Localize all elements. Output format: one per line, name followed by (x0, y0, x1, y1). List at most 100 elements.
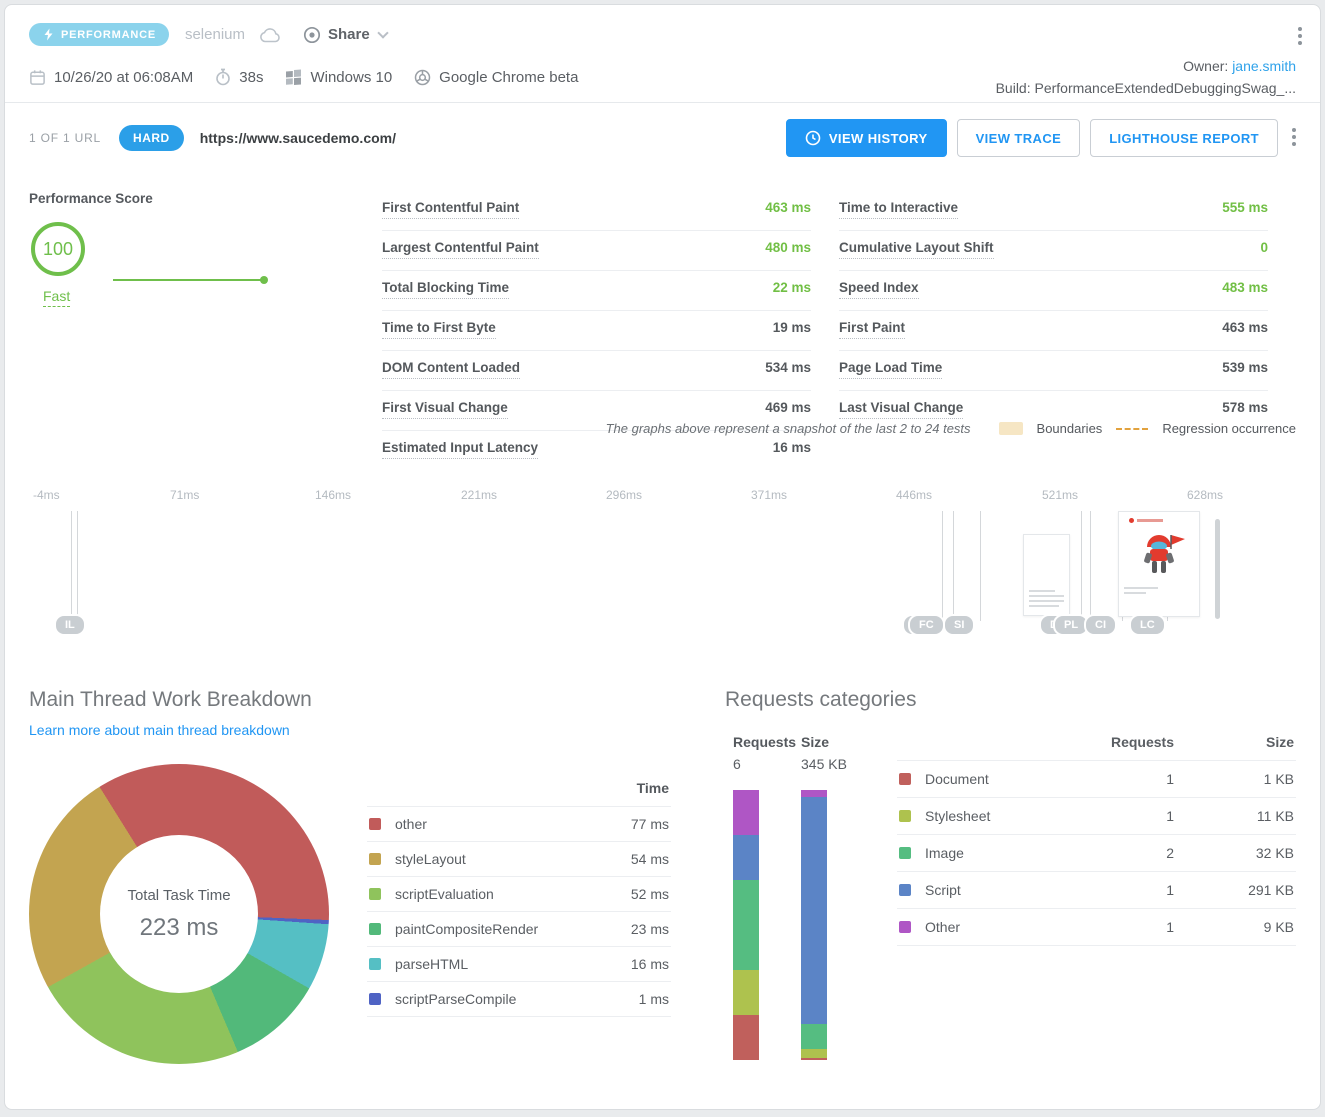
filmstrip-thumbnail-robot[interactable] (1118, 511, 1200, 617)
request-count: 1 (1024, 919, 1174, 935)
metric-value: 578 ms (1222, 400, 1268, 415)
bar-segment-script (801, 797, 827, 1024)
requests-size-bar (801, 790, 827, 1060)
category-swatch (899, 810, 911, 822)
view-history-label: VIEW HISTORY (829, 131, 928, 146)
timeline-marker-pill-lc: LC (1129, 614, 1166, 636)
owner-line: Owner: jane.smith (996, 55, 1296, 77)
metric-label: Last Visual Change (839, 400, 963, 419)
test-name: selenium (185, 26, 245, 43)
request-size: 1 KB (1174, 771, 1294, 787)
request-count: 2 (1024, 845, 1174, 861)
test-os-label: Windows 10 (310, 69, 392, 86)
size-total: Size 345 KB (801, 734, 847, 772)
robot-illustration (1119, 525, 1199, 579)
metric-value: 469 ms (765, 400, 811, 415)
metric-label: Time to First Byte (382, 320, 496, 339)
metric-value: 534 ms (765, 360, 811, 375)
main-thread-learn-link[interactable]: Learn more about main thread breakdown (29, 722, 290, 738)
graphs-note: The graphs above represent a snapshot of… (606, 421, 1296, 436)
legend-row: paintCompositeRender 23 ms (367, 912, 671, 947)
legend-label: scriptParseCompile (395, 991, 516, 1007)
size-total-value: 345 KB (801, 756, 847, 772)
legend-label: paintCompositeRender (395, 921, 538, 937)
legend-row: parseHTML 16 ms (367, 947, 671, 982)
score-history-sparkline (113, 279, 265, 281)
performance-badge-label: PERFORMANCE (61, 29, 156, 41)
test-date: 10/26/20 at 06:08AM (29, 69, 193, 86)
legend-value: 23 ms (631, 921, 669, 937)
timeline-tick: 71ms (170, 488, 199, 502)
owner-link[interactable]: jane.smith (1232, 58, 1296, 74)
legend-swatch (369, 923, 381, 935)
chrome-icon (414, 69, 431, 86)
test-browser: Google Chrome beta (414, 69, 578, 86)
metric-value: 463 ms (1222, 320, 1268, 335)
metric-label: Largest Contentful Paint (382, 240, 539, 259)
legend-label: styleLayout (395, 851, 466, 867)
saucelabs-logo-icon (1129, 518, 1199, 523)
share-label: Share (328, 26, 370, 43)
metric-label: Estimated Input Latency (382, 440, 538, 459)
requests-section: Requests categories Requests 6 Size 345 … (725, 688, 1296, 1074)
metric-row: Cumulative Layout Shift0 (839, 231, 1268, 271)
timeline-marker-line (77, 511, 78, 621)
metric-row: Time to Interactive555 ms (839, 191, 1268, 231)
total-task-time-label: Total Task Time (127, 887, 230, 904)
share-button[interactable]: Share (303, 26, 387, 44)
filmstrip-thumbnail-blank[interactable] (1023, 534, 1070, 616)
request-size: 291 KB (1174, 882, 1294, 898)
requests-table-row: Other19 KB (897, 909, 1296, 946)
eye-icon (303, 26, 321, 44)
test-browser-label: Google Chrome beta (439, 69, 578, 86)
performance-report-card: PERFORMANCE selenium Share (4, 4, 1321, 1110)
legend-value: 54 ms (631, 851, 669, 867)
category-swatch (899, 884, 911, 896)
timeline-marker-line (953, 511, 954, 621)
request-category: Script (899, 882, 1024, 898)
timeline-marker-line (71, 511, 72, 621)
chevron-down-icon[interactable] (377, 27, 388, 38)
lightning-icon (42, 28, 55, 41)
windows-icon (285, 68, 302, 86)
metric-row: Page Load Time539 ms (839, 351, 1268, 391)
timeline-marker-pill-si: SI (943, 614, 975, 636)
metric-value: 19 ms (773, 320, 811, 335)
request-size: 32 KB (1174, 845, 1294, 861)
legend-value: 1 ms (639, 991, 669, 1007)
bar-segment-document (801, 1058, 827, 1060)
legend-label: parseHTML (395, 956, 468, 972)
clock-icon (805, 130, 821, 146)
category-swatch (899, 847, 911, 859)
requests-table-row: Script1291 KB (897, 872, 1296, 909)
metric-row: First Paint463 ms (839, 311, 1268, 351)
header-kebab-menu[interactable] (1298, 27, 1302, 48)
metric-label: Time to Interactive (839, 200, 958, 219)
requests-stacked-bars: Requests 6 Size 345 KB (725, 734, 875, 1074)
donut-center: Total Task Time 223 ms (100, 835, 258, 993)
requests-heading: Requests categories (725, 688, 1296, 712)
total-task-time-value: 223 ms (140, 914, 219, 942)
metric-label: Page Load Time (839, 360, 942, 379)
timeline-tick: 296ms (606, 488, 642, 502)
timeline-tick: 446ms (896, 488, 932, 502)
request-count: 1 (1024, 882, 1174, 898)
view-history-button[interactable]: VIEW HISTORY (786, 119, 947, 157)
throttle-badge: HARD (119, 125, 184, 151)
lighthouse-report-button[interactable]: LIGHTHOUSE REPORT (1090, 119, 1278, 157)
score-circle: 100 (31, 222, 85, 276)
bar-segment-document (733, 1015, 759, 1060)
metric-row: Total Blocking Time22 ms (382, 271, 811, 311)
view-trace-button[interactable]: VIEW TRACE (957, 119, 1081, 157)
test-duration-label: 38s (239, 69, 263, 86)
requests-table: . Requests Size Document11 KBStylesheet1… (897, 726, 1296, 1074)
timeline-marker-line (1081, 511, 1082, 621)
legend-swatch (369, 958, 381, 970)
legend-row: scriptEvaluation52 ms (367, 877, 671, 912)
test-os: Windows 10 (285, 69, 392, 86)
url-kebab-menu[interactable] (1292, 128, 1296, 149)
legend-value: 52 ms (631, 886, 669, 902)
timeline-end-bar (1215, 519, 1220, 619)
legend-value: 16 ms (631, 956, 669, 972)
regression-dash-icon (1116, 428, 1148, 430)
